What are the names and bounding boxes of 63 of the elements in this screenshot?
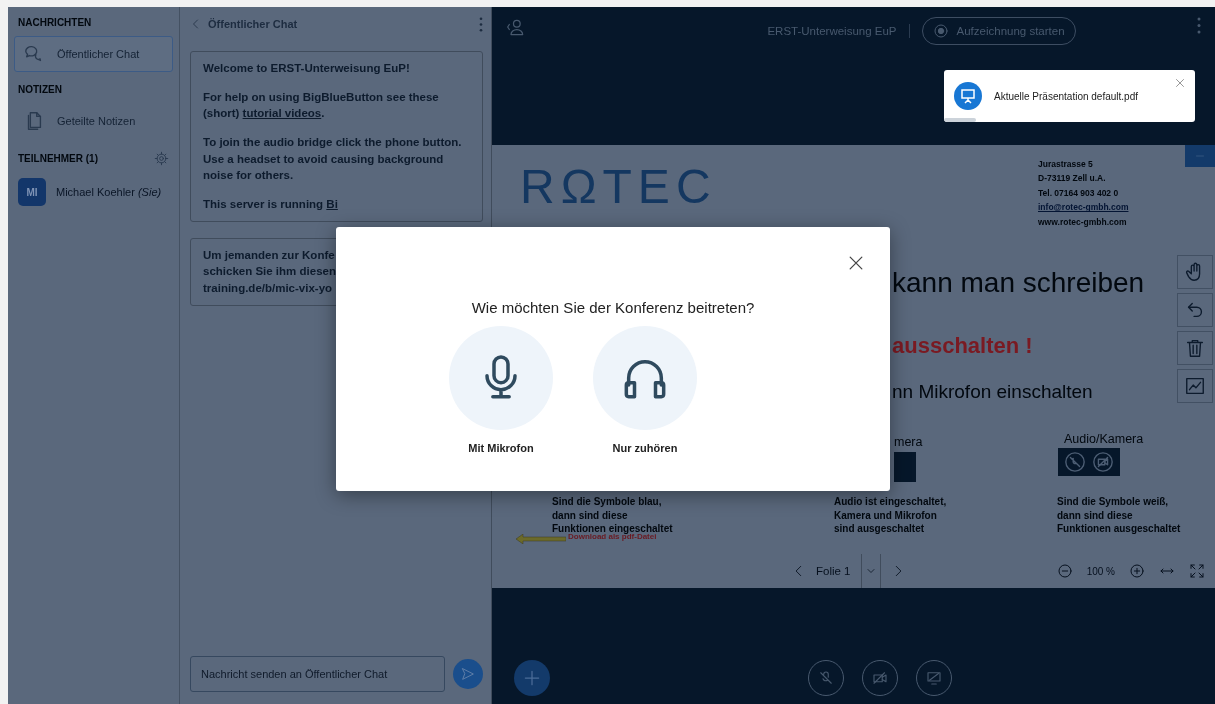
section-title: NACHRICHTEN <box>18 17 92 28</box>
zoom-level: 100 % <box>1086 565 1115 577</box>
message-link[interactable]: Bi <box>326 198 338 211</box>
record-icon <box>932 23 949 39</box>
more-options-icon[interactable] <box>479 16 483 32</box>
more-options-icon[interactable] <box>1197 17 1201 34</box>
message-line: Um jemanden zur Konfe <box>203 247 336 263</box>
hand-tool-button[interactable] <box>1177 255 1213 289</box>
user-avatar: MI <box>18 178 46 206</box>
email-link[interactable]: info@rotec-gmbh.com <box>1038 202 1129 213</box>
slide-heading: kann man schreiben <box>892 267 1145 299</box>
user-toggle-icon <box>506 17 526 37</box>
slide-caption: Audio ist eingeschaltet, Kamera und Mikrofon sind ausgeschaltet <box>834 495 947 536</box>
user-name[interactable]: Michael Koehler (Sie) <box>56 186 162 198</box>
company-logo: RΩTEC <box>520 159 717 214</box>
address-line: www.rotec-gmbh.com <box>1038 215 1128 229</box>
message-paragraph: To join the audio bridge click the phone button. Use a headset to avoid causing background noise for others. <box>203 135 463 184</box>
message-paragraph: For help on using BigBlueButton see these (short) tutorial videos. <box>203 89 440 122</box>
meeting-title: ERST-Unterweisung EuP <box>767 25 897 37</box>
camera-off-icon <box>1092 451 1114 473</box>
message-paragraph: Welcome to ERST-Unterweisung EuP! <box>203 61 411 76</box>
screen-off-icon <box>925 669 943 687</box>
toast-text: Aktuelle Präsentation default.pdf <box>994 90 1138 102</box>
close-icon <box>1173 76 1187 90</box>
slide-warning: ausschalten ! <box>892 333 1033 359</box>
arrow-icon <box>516 534 566 544</box>
dialog-title: Wie möchten Sie der Konferenz beitreten? <box>471 299 755 316</box>
message-line: training.de/b/mic-vix-yo <box>203 281 334 297</box>
trash-icon <box>1184 337 1206 359</box>
send-icon <box>460 666 476 682</box>
send-button[interactable] <box>453 659 483 689</box>
slide-number: Folie 1 <box>816 565 851 577</box>
zoom-out-icon <box>1056 563 1073 579</box>
address-line: Tel. 07164 903 402 0 <box>1038 186 1120 200</box>
slide-dropdown[interactable] <box>860 554 881 588</box>
chat-title[interactable]: Öffentlicher Chat <box>208 18 473 30</box>
presentation-icon <box>954 82 982 110</box>
slide-subheading: nn Mikrofon einschalten <box>892 381 1093 403</box>
fullscreen-icon <box>1189 563 1205 579</box>
section-title: TEILNEHMER (1) <box>18 153 98 164</box>
slide-caption: Sind die Symbole blau, dann sind diese Funktionen eingeschaltet <box>552 495 673 534</box>
muted-microphone-icon <box>817 669 835 687</box>
camera-off-icon <box>871 669 889 687</box>
delete-button[interactable] <box>1177 331 1213 365</box>
column-label: Audio/Kamera <box>1064 432 1144 446</box>
column-label: mera <box>894 435 923 449</box>
zoom-in-icon <box>1129 563 1145 579</box>
address-line: D-73119 Zell u.A. <box>1038 172 1107 186</box>
message-paragraph: This server is running Bi <box>203 197 339 213</box>
icon-panel <box>894 452 916 482</box>
message-line: schicken Sie ihm diesen <box>203 264 337 280</box>
muted-microphone-icon <box>1064 451 1086 473</box>
message-input[interactable]: Nachricht senden an Öffentlicher Chat <box>190 656 445 692</box>
undo-button[interactable] <box>1177 293 1213 327</box>
plus-icon <box>522 668 542 688</box>
slide-caption: Sind die Symbole weiß, dann sind diese Funktionen ausgeschaltet <box>1057 495 1181 536</box>
settings-icon <box>154 151 169 166</box>
address-line: Jurastrasse 5 <box>1038 158 1094 171</box>
multi-user-button[interactable] <box>1177 369 1213 403</box>
sidebar-item[interactable]: Geteilte Notizen <box>14 103 173 139</box>
section-title: NOTIZEN <box>18 84 62 95</box>
actions-button[interactable] <box>514 660 550 696</box>
sidebar-item[interactable]: Öffentlicher Chat <box>14 36 173 72</box>
